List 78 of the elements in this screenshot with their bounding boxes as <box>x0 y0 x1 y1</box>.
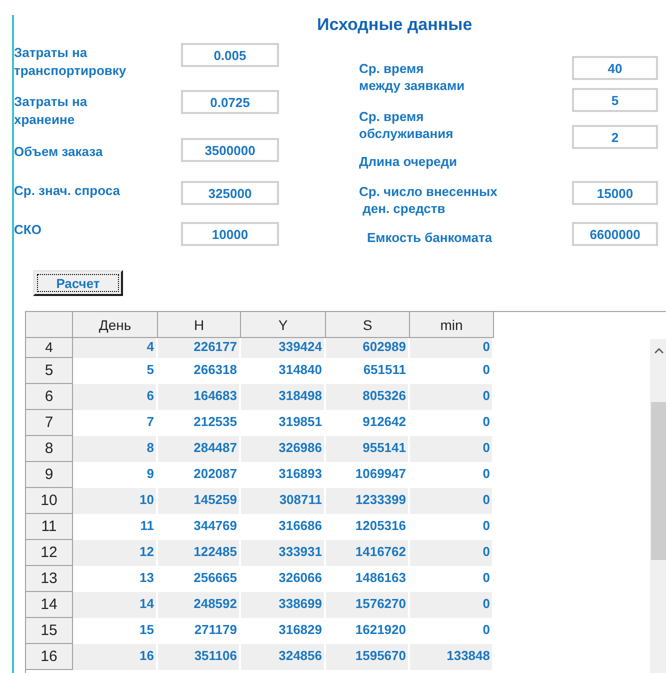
field-label: Ср. число внесенных ден. средств <box>359 183 498 217</box>
field-label: Ср. знач. спроса <box>14 182 121 200</box>
field-label: Емкость банкомата <box>367 229 494 246</box>
table-cell: 318498 <box>241 384 326 410</box>
table-cell: 1416762 <box>326 540 410 566</box>
table-cell: 0 <box>410 384 494 410</box>
table-cell: 12 <box>73 540 158 566</box>
scrollbar[interactable] <box>650 339 666 673</box>
row-header[interactable]: 13 <box>26 566 73 592</box>
table-cell: 133848 <box>410 644 494 670</box>
table-cell: 1595670 <box>326 644 410 670</box>
input-field[interactable]: 325000 <box>181 181 279 205</box>
table-cell: 339424 <box>241 338 326 358</box>
table-cell: 6 <box>73 384 158 410</box>
table-cell: 338699 <box>241 592 326 618</box>
calculate-button[interactable]: Расчет <box>33 270 123 296</box>
table-cell: 4 <box>73 338 158 358</box>
row-header[interactable]: 16 <box>26 644 73 670</box>
column-header[interactable]: S <box>326 312 410 338</box>
row-header[interactable]: 15 <box>26 618 73 644</box>
column-header[interactable]: Y <box>241 312 326 338</box>
field-label: Ср. время между заявками <box>359 60 466 94</box>
input-field[interactable]: 3500000 <box>181 138 279 162</box>
table-cell: 602989 <box>326 338 410 358</box>
table-cell: 955141 <box>326 436 410 462</box>
field-label: Ср. время обслуживания <box>359 108 454 142</box>
table-cell: 164683 <box>158 384 241 410</box>
table-cell: 0 <box>410 436 494 462</box>
table-cell: 0 <box>410 338 494 358</box>
field-label: Длина очереди <box>359 153 458 170</box>
row-header[interactable]: 5 <box>26 358 73 384</box>
table-cell: 226177 <box>158 338 241 358</box>
row-header[interactable]: 8 <box>26 436 73 462</box>
field-label: СКО <box>14 221 42 239</box>
row-header[interactable]: 7 <box>26 410 73 436</box>
table-cell: 1233399 <box>326 488 410 514</box>
table-cell: 805326 <box>326 384 410 410</box>
input-field[interactable]: 5 <box>572 88 658 112</box>
scroll-up-icon[interactable] <box>654 347 664 355</box>
row-header[interactable]: 12 <box>26 540 73 566</box>
table-cell: 14 <box>73 592 158 618</box>
row-header[interactable]: 6 <box>26 384 73 410</box>
row-header[interactable]: 14 <box>26 592 73 618</box>
input-field[interactable]: 15000 <box>572 181 658 205</box>
table-cell: 351106 <box>158 644 241 670</box>
column-header[interactable]: min <box>410 312 494 338</box>
table-cell: 326986 <box>241 436 326 462</box>
table-cell: 308711 <box>241 488 326 514</box>
column-header[interactable]: День <box>73 312 158 338</box>
table-cell: 284487 <box>158 436 241 462</box>
input-field[interactable]: 40 <box>572 56 658 80</box>
input-field[interactable]: 0.005 <box>181 43 279 67</box>
input-field[interactable]: 0.0725 <box>181 90 279 114</box>
input-field[interactable]: 6600000 <box>572 222 658 246</box>
table-cell: 145259 <box>158 488 241 514</box>
table-cell: 16 <box>73 644 158 670</box>
field-label: Затраты на хранеине <box>14 93 88 129</box>
row-header[interactable]: 9 <box>26 462 73 488</box>
row-header[interactable]: 4 <box>26 338 73 358</box>
table-cell: 8 <box>73 436 158 462</box>
column-header[interactable]: H <box>158 312 241 338</box>
table-cell: 122485 <box>158 540 241 566</box>
input-field[interactable]: 2 <box>572 125 658 149</box>
row-header[interactable]: 10 <box>26 488 73 514</box>
row-header[interactable]: 11 <box>26 514 73 540</box>
table-cell: 0 <box>410 540 494 566</box>
table-cell: 0 <box>410 488 494 514</box>
form-title: Исходные данные <box>317 15 472 35</box>
table-cell: 324856 <box>241 644 326 670</box>
table-cell: 0 <box>410 592 494 618</box>
scrollbar-thumb[interactable] <box>651 402 666 560</box>
field-label: Затраты на транспортировку <box>14 44 128 80</box>
table-cell: 10 <box>73 488 158 514</box>
field-label: Объем заказа <box>14 143 104 161</box>
table-cell: 1576270 <box>326 592 410 618</box>
table-cell: 333931 <box>241 540 326 566</box>
table-cell: 248592 <box>158 592 241 618</box>
input-field[interactable]: 10000 <box>181 222 279 246</box>
